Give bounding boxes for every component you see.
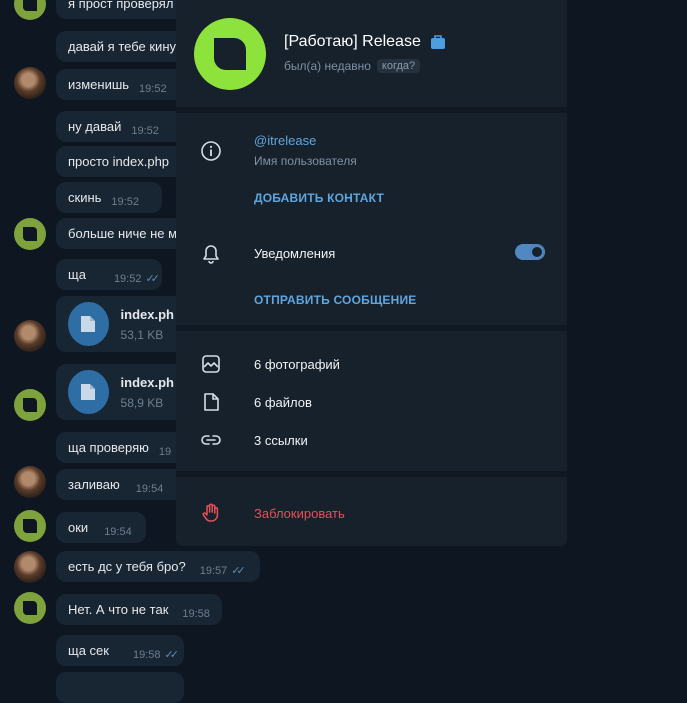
message-time: 19:52 bbox=[139, 82, 167, 95]
read-checkmarks-icon: ✓✓ bbox=[164, 649, 180, 661]
message-text: ну давай bbox=[68, 119, 122, 134]
message-bubble[interactable]: заливаю 19:54 bbox=[56, 469, 186, 500]
message-text: ща проверяю bbox=[68, 440, 149, 455]
add-contact-button[interactable]: ДОБАВИТЬ КОНТАКТ bbox=[254, 191, 384, 205]
avatar[interactable] bbox=[14, 320, 46, 352]
message-text: я прост проверял bbox=[68, 0, 174, 11]
message-time: 19:58 bbox=[132, 648, 161, 661]
message-text: больше ниче не м bbox=[68, 226, 178, 241]
block-hand-icon bbox=[202, 503, 219, 522]
briefcase-icon bbox=[430, 35, 445, 49]
avatar[interactable] bbox=[14, 67, 46, 99]
message-bubble[interactable]: ну давай 19:52 bbox=[56, 111, 186, 142]
section-divider bbox=[176, 471, 567, 477]
message-bubble[interactable]: ща сек 19:58 ✓✓ bbox=[56, 635, 184, 666]
photos-link[interactable]: 6 фотографий bbox=[254, 357, 340, 372]
message-time: 19:57 bbox=[199, 564, 228, 577]
photo-icon bbox=[202, 355, 220, 373]
file-size: 58,9 KB bbox=[120, 395, 164, 410]
message-text: просто index.php bbox=[68, 154, 170, 169]
bell-icon bbox=[203, 245, 219, 264]
logo-icon bbox=[23, 398, 37, 412]
links-link[interactable]: 3 ссылки bbox=[254, 433, 308, 448]
message-bubble[interactable]: оки 19:54 bbox=[56, 512, 146, 543]
message-bubble[interactable]: Нет. А что не так 19:58 bbox=[56, 594, 222, 625]
message-text: Нет. А что не так bbox=[68, 602, 169, 617]
message-time: 19:54 bbox=[135, 482, 164, 495]
message-bubble[interactable]: ща проверяю 19 bbox=[56, 432, 186, 463]
message-text: заливаю bbox=[68, 477, 120, 492]
message-time: 19:58 bbox=[182, 607, 210, 620]
message-text: ща bbox=[68, 267, 86, 282]
profile-name: [Работаю] Release bbox=[284, 33, 421, 50]
avatar[interactable] bbox=[14, 551, 46, 583]
message-bubble[interactable]: ща 19:52 ✓✓ bbox=[56, 259, 162, 290]
avatar[interactable] bbox=[14, 592, 46, 624]
message-text: ща сек bbox=[68, 643, 109, 658]
username-link[interactable]: @itrelease bbox=[254, 133, 316, 148]
message-bubble[interactable]: давай я тебе кину bbox=[56, 31, 186, 62]
logo-icon bbox=[23, 601, 37, 615]
file-name: index.ph bbox=[120, 374, 174, 390]
message-text: изменишь bbox=[68, 77, 130, 92]
username-label: Имя пользователя bbox=[254, 154, 357, 168]
section-divider bbox=[176, 325, 567, 331]
file-size: 53,1 KB bbox=[120, 327, 164, 342]
message-time: 19:54 bbox=[104, 525, 132, 538]
send-message-button[interactable]: ОТПРАВИТЬ СООБЩЕНИЕ bbox=[254, 293, 416, 307]
profile-avatar[interactable] bbox=[194, 18, 266, 90]
message-text: есть дс у тебя бро? bbox=[68, 559, 186, 574]
avatar[interactable] bbox=[14, 510, 46, 542]
notifications-toggle[interactable] bbox=[515, 244, 545, 260]
link-icon bbox=[201, 435, 221, 445]
avatar[interactable] bbox=[14, 466, 46, 498]
file-download-icon[interactable] bbox=[68, 370, 109, 414]
file-icon bbox=[204, 393, 219, 411]
logo-icon bbox=[214, 38, 246, 70]
user-info-panel: [Работаю] Release был(а) недавно когда? … bbox=[176, 0, 567, 546]
message-bubble[interactable]: просто index.php bbox=[56, 146, 186, 177]
logo-icon bbox=[23, 0, 37, 11]
file-message[interactable]: index.ph 58,9 KB bbox=[56, 364, 186, 420]
message-bubble[interactable]: скинь 19:52 bbox=[56, 182, 162, 213]
message-time: 19:52 bbox=[113, 272, 142, 285]
logo-icon bbox=[23, 227, 37, 241]
message-bubble[interactable]: есть дс у тебя бро? 19:57 ✓✓ bbox=[56, 551, 260, 582]
last-seen-text: был(а) недавно bbox=[284, 59, 371, 73]
logo-icon bbox=[23, 519, 37, 533]
message-time: 19 bbox=[158, 445, 172, 458]
message-bubble[interactable]: я прост проверял bbox=[56, 0, 186, 19]
profile-status: был(а) недавно когда? bbox=[284, 59, 421, 73]
message-time: 19:52 bbox=[111, 195, 139, 208]
when-button[interactable]: когда? bbox=[376, 59, 421, 73]
message-bubble[interactable]: изменишь 19:52 bbox=[56, 69, 186, 100]
notifications-label: Уведомления bbox=[254, 246, 336, 261]
profile-name-row: [Работаю] Release bbox=[284, 33, 447, 51]
read-checkmarks-icon: ✓✓ bbox=[231, 565, 246, 577]
section-divider bbox=[176, 107, 567, 113]
avatar[interactable] bbox=[14, 0, 46, 20]
info-icon bbox=[201, 141, 221, 161]
files-link[interactable]: 6 файлов bbox=[254, 395, 312, 410]
file-download-icon[interactable] bbox=[68, 302, 109, 346]
read-checkmarks-icon: ✓✓ bbox=[145, 273, 160, 285]
message-text: оки bbox=[68, 520, 89, 535]
block-user-button[interactable]: Заблокировать bbox=[254, 506, 345, 521]
message-bubble[interactable]: больше ниче не м bbox=[56, 218, 186, 249]
file-name: index.ph bbox=[120, 306, 174, 322]
toggle-knob bbox=[530, 245, 544, 259]
file-message[interactable]: index.ph 53,1 KB bbox=[56, 296, 186, 352]
message-text: скинь bbox=[68, 190, 102, 205]
avatar[interactable] bbox=[14, 389, 46, 421]
avatar[interactable] bbox=[14, 218, 46, 250]
message-time: 19:52 bbox=[131, 124, 159, 137]
message-text: давай я тебе кину bbox=[68, 39, 176, 54]
message-bubble[interactable] bbox=[56, 672, 184, 703]
